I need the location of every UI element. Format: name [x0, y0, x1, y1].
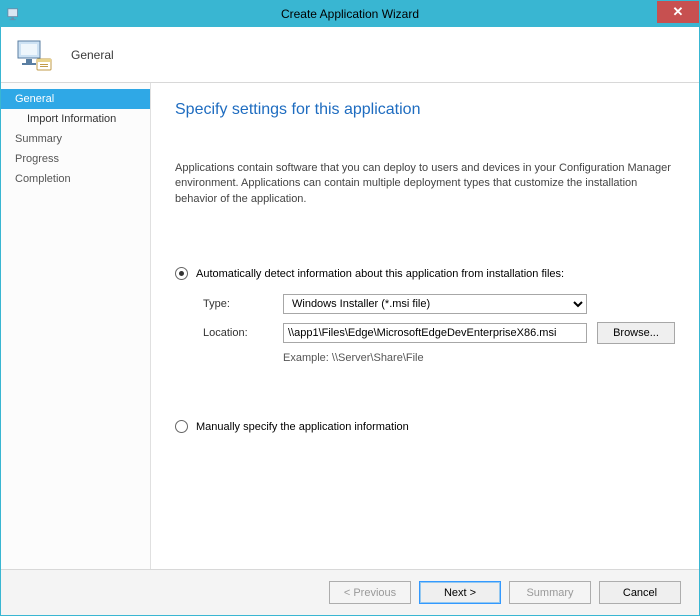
content-heading: Specify settings for this application	[175, 101, 675, 119]
type-label: Type:	[203, 298, 273, 310]
sidebar-item-label: Completion	[15, 173, 71, 185]
wizard-body: General Import Information Summary Progr…	[1, 83, 699, 569]
close-button[interactable]: ✕	[657, 1, 699, 23]
sidebar-item-import-information[interactable]: Import Information	[1, 109, 150, 129]
sidebar-item-label: Import Information	[27, 113, 116, 125]
auto-detect-form: Type: Windows Installer (*.msi file) Loc…	[203, 294, 675, 364]
radio-icon	[175, 420, 188, 433]
sidebar-item-label: General	[15, 93, 54, 105]
location-example: Example: \\Server\Share\File	[283, 352, 587, 364]
sidebar-item-progress[interactable]: Progress	[1, 149, 150, 169]
wizard-header: General	[1, 27, 699, 83]
sidebar-item-summary[interactable]: Summary	[1, 129, 150, 149]
wizard-sidebar: General Import Information Summary Progr…	[1, 83, 151, 569]
radio-label: Manually specify the application informa…	[196, 421, 409, 433]
radio-manual-specify[interactable]: Manually specify the application informa…	[175, 420, 675, 433]
app-icon	[7, 7, 21, 21]
radio-auto-detect[interactable]: Automatically detect information about t…	[175, 267, 675, 280]
wizard-window: Create Application Wizard ✕ General Gene…	[0, 0, 700, 616]
radio-label: Automatically detect information about t…	[196, 268, 564, 280]
radio-icon	[175, 267, 188, 280]
location-label: Location:	[203, 327, 273, 339]
sidebar-item-label: Progress	[15, 153, 59, 165]
browse-button[interactable]: Browse...	[597, 322, 675, 344]
next-button[interactable]: Next >	[419, 581, 501, 604]
cancel-button[interactable]: Cancel	[599, 581, 681, 604]
sidebar-item-completion[interactable]: Completion	[1, 169, 150, 189]
wizard-header-icon	[15, 35, 55, 75]
close-icon: ✕	[673, 4, 684, 20]
titlebar: Create Application Wizard ✕	[1, 1, 699, 27]
sidebar-item-label: Summary	[15, 133, 62, 145]
sidebar-item-general[interactable]: General	[1, 89, 150, 109]
header-title: General	[71, 48, 114, 62]
location-input[interactable]	[283, 323, 587, 343]
previous-button: < Previous	[329, 581, 411, 604]
wizard-footer: < Previous Next > Summary Cancel	[1, 569, 699, 615]
window-title: Create Application Wizard	[281, 7, 419, 21]
content-description: Applications contain software that you c…	[175, 161, 675, 207]
type-select[interactable]: Windows Installer (*.msi file)	[283, 294, 587, 314]
summary-button: Summary	[509, 581, 591, 604]
wizard-content: Specify settings for this application Ap…	[151, 83, 699, 569]
